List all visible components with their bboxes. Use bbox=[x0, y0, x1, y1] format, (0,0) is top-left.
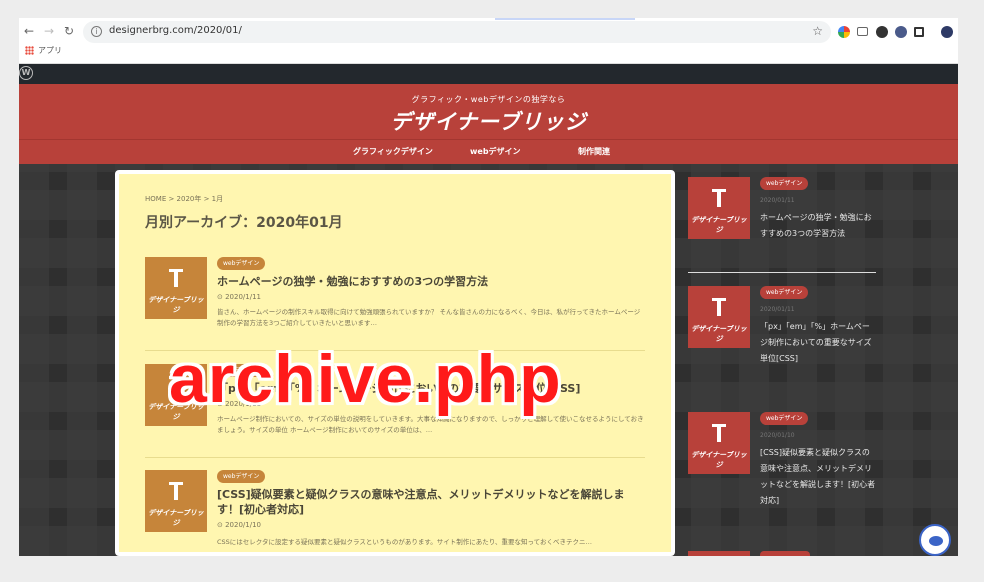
site-logo[interactable]: デザイナーブリッジ bbox=[19, 106, 958, 136]
apps-grid-icon[interactable] bbox=[25, 46, 34, 55]
wp-admin-bar: W bbox=[19, 64, 958, 84]
sidebar-post-date: 2020/01/11 bbox=[760, 197, 795, 204]
logo-mark-icon bbox=[712, 424, 726, 442]
thumb-brand: デザイナーブリッジ bbox=[691, 451, 747, 469]
logo-mark-icon bbox=[712, 189, 726, 207]
post-card[interactable]: デザイナーブリッジ webデザイン [CSS]疑似要素と疑似クラスの意味や注意点… bbox=[145, 470, 645, 552]
extension-blue-icon[interactable] bbox=[895, 26, 907, 38]
sidebar-thumbnail[interactable]: デザイナーブリッジ bbox=[688, 412, 750, 474]
site-header: グラフィック・webデザインの独学なら デザイナーブリッジ bbox=[19, 84, 958, 139]
info-icon[interactable]: i bbox=[91, 26, 102, 37]
browser-window: ← → ↻ i designerbrg.com/2020/01/ ☆ アプリ W… bbox=[19, 18, 958, 556]
post-excerpt: 皆さん、ホームページの制作スキル取得に向けて勉強頑張られていますか？ そんな皆さ… bbox=[217, 308, 641, 327]
extension-color-icon[interactable] bbox=[838, 26, 850, 38]
bookmarks-bar: アプリ bbox=[25, 45, 62, 59]
assistant-bubble-icon[interactable] bbox=[919, 524, 951, 556]
bookmark-star-icon[interactable]: ☆ bbox=[812, 24, 823, 38]
sidebar-post-date: 2020/01/11 bbox=[760, 306, 795, 313]
nav-web-design[interactable]: webデザイン bbox=[470, 146, 521, 157]
sidebar-post-date: 2020/01/10 bbox=[760, 432, 795, 439]
global-nav: グラフィックデザイン webデザイン 制作関連 bbox=[19, 139, 958, 164]
sidebar-category-badge[interactable]: webデザイン bbox=[760, 286, 809, 299]
post-excerpt: CSSにはセレクタに設定する疑似要素と疑似クラスというものがあります。サイト制作… bbox=[217, 538, 592, 546]
extension-frame-icon[interactable] bbox=[914, 27, 924, 37]
post-title[interactable]: ホームページの独学・勉強におすすめの3つの学習方法 bbox=[217, 274, 645, 289]
category-badge[interactable]: webデザイン bbox=[217, 470, 266, 483]
archive-title: 月別アーカイブ：2020年01月 bbox=[145, 215, 343, 231]
logo-mark-icon bbox=[169, 482, 183, 500]
profile-avatar-icon[interactable] bbox=[941, 26, 953, 38]
sidebar-next-category-badge[interactable] bbox=[760, 551, 810, 556]
browser-chrome: ← → ↻ i designerbrg.com/2020/01/ ☆ アプリ bbox=[19, 18, 958, 64]
nav-graphic-design[interactable]: グラフィックデザイン bbox=[353, 146, 433, 157]
sidebar-post-title[interactable]: 「px」「em」「%」ホームページ制作においての重要なサイズ単位[CSS] bbox=[760, 319, 876, 367]
site-tagline: グラフィック・webデザインの独学なら bbox=[411, 95, 566, 104]
thumb-brand: デザイナーブリッジ bbox=[691, 325, 747, 343]
post-date: ⊙ 2020/1/10 bbox=[217, 521, 261, 529]
nav-production[interactable]: 制作関連 bbox=[578, 146, 610, 157]
back-icon[interactable]: ← bbox=[21, 23, 37, 39]
sidebar-category-badge[interactable]: webデザイン bbox=[760, 412, 809, 425]
tab-indicator bbox=[495, 18, 635, 20]
overlay-caption: archive.php bbox=[169, 341, 562, 417]
forward-icon[interactable]: → bbox=[41, 23, 57, 39]
wordpress-icon[interactable]: W bbox=[19, 66, 33, 80]
sidebar-post-title[interactable]: [CSS]疑似要素と疑似クラスの意味や注意点、メリットデメリットなどを解説します… bbox=[760, 445, 876, 509]
sidebar-category-badge[interactable]: webデザイン bbox=[760, 177, 809, 190]
post-divider bbox=[145, 457, 645, 458]
category-badge[interactable]: webデザイン bbox=[217, 257, 266, 270]
extension-dark-icon[interactable] bbox=[876, 26, 888, 38]
post-title[interactable]: [CSS]疑似要素と疑似クラスの意味や注意点、メリットデメリットなどを解説します… bbox=[217, 487, 645, 517]
sidebar-divider bbox=[688, 272, 876, 273]
logo-mark-icon bbox=[712, 298, 726, 316]
logo-mark-icon bbox=[169, 269, 183, 287]
address-bar[interactable]: i designerbrg.com/2020/01/ ☆ bbox=[83, 21, 831, 43]
thumb-brand: デザイナーブリッジ bbox=[148, 296, 204, 314]
bookmark-apps[interactable]: アプリ bbox=[38, 46, 62, 55]
thumb-brand: デザイナーブリッジ bbox=[148, 509, 204, 527]
sidebar-thumbnail[interactable]: デザイナーブリッジ bbox=[688, 177, 750, 239]
post-date: ⊙ 2020/1/11 bbox=[217, 293, 261, 301]
sidebar-post-title[interactable]: ホームページの独学・勉強におすすめの3つの学習方法 bbox=[760, 210, 876, 242]
sidebar-next-thumbnail[interactable] bbox=[688, 551, 750, 556]
url-text[interactable]: designerbrg.com/2020/01/ bbox=[109, 25, 242, 36]
breadcrumb[interactable]: HOME > 2020年 > 1月 bbox=[145, 194, 223, 204]
post-thumbnail[interactable]: デザイナーブリッジ bbox=[145, 470, 207, 532]
post-date-text: 2020/1/11 bbox=[225, 293, 261, 301]
sidebar-thumbnail[interactable]: デザイナーブリッジ bbox=[688, 286, 750, 348]
thumb-brand: デザイナーブリッジ bbox=[691, 216, 747, 234]
reload-icon[interactable]: ↻ bbox=[61, 23, 77, 39]
post-thumbnail[interactable]: デザイナーブリッジ bbox=[145, 257, 207, 319]
post-date-text: 2020/1/10 bbox=[225, 521, 261, 529]
camera-icon[interactable] bbox=[857, 27, 868, 36]
